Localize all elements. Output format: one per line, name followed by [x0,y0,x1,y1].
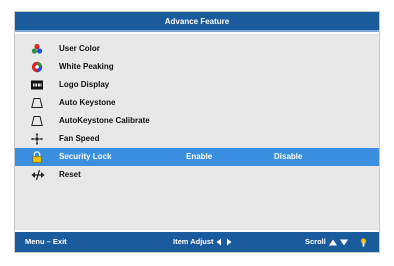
menu-item-auto-keystone[interactable]: Auto Keystone [15,94,379,112]
lock-icon [31,151,43,163]
white-peaking-icon [31,61,43,73]
item-adjust-hint: Item Adjust [173,232,232,252]
menu-item-label: User Color [59,44,100,53]
menu-list: User Color White Peaking Logo Display Au… [15,40,379,184]
fan-speed-icon [31,133,43,145]
scroll-hint: Scroll [305,232,367,252]
menu-item-label: AutoKeystone Calibrate [59,116,150,125]
menu-item-label: Logo Display [59,80,110,89]
menu-item-label: Fan Speed [59,134,100,143]
enter-key-icon [360,237,367,247]
menu-item-logo-display[interactable]: Logo Display [15,76,379,94]
menu-item-white-peaking[interactable]: White Peaking [15,58,379,76]
user-color-icon [31,43,43,55]
menu-item-label: Security Lock [59,152,112,161]
scroll-label: Scroll [305,237,326,246]
menu-item-keystone-calibrate[interactable]: AutoKeystone Calibrate [15,112,379,130]
auto-keystone-icon [31,97,43,109]
option-disable[interactable]: Disable [274,148,302,166]
option-enable[interactable]: Enable [186,148,212,166]
menu-area: User Color White Peaking Logo Display Au… [15,34,379,230]
menu-title: Advance Feature [15,12,379,32]
menu-item-reset[interactable]: Reset [15,166,379,184]
footer-bar: Menu – Exit Item Adjust Scroll [15,232,379,252]
left-right-arrows-icon [216,238,232,246]
item-adjust-label: Item Adjust [173,237,214,246]
menu-item-security-lock[interactable]: Security Lock Enable Disable [15,148,379,166]
menu-exit-hint: Menu – Exit [25,237,67,246]
keystone-calibrate-icon [31,115,43,127]
menu-item-fan-speed[interactable]: Fan Speed [15,130,379,148]
menu-item-user-color[interactable]: User Color [15,40,379,58]
logo-display-icon [31,79,43,91]
reset-icon [31,169,45,181]
menu-item-label: White Peaking [59,62,114,71]
menu-item-label: Auto Keystone [59,98,116,107]
menu-item-label: Reset [59,170,81,179]
up-down-arrows-icon [328,239,348,246]
